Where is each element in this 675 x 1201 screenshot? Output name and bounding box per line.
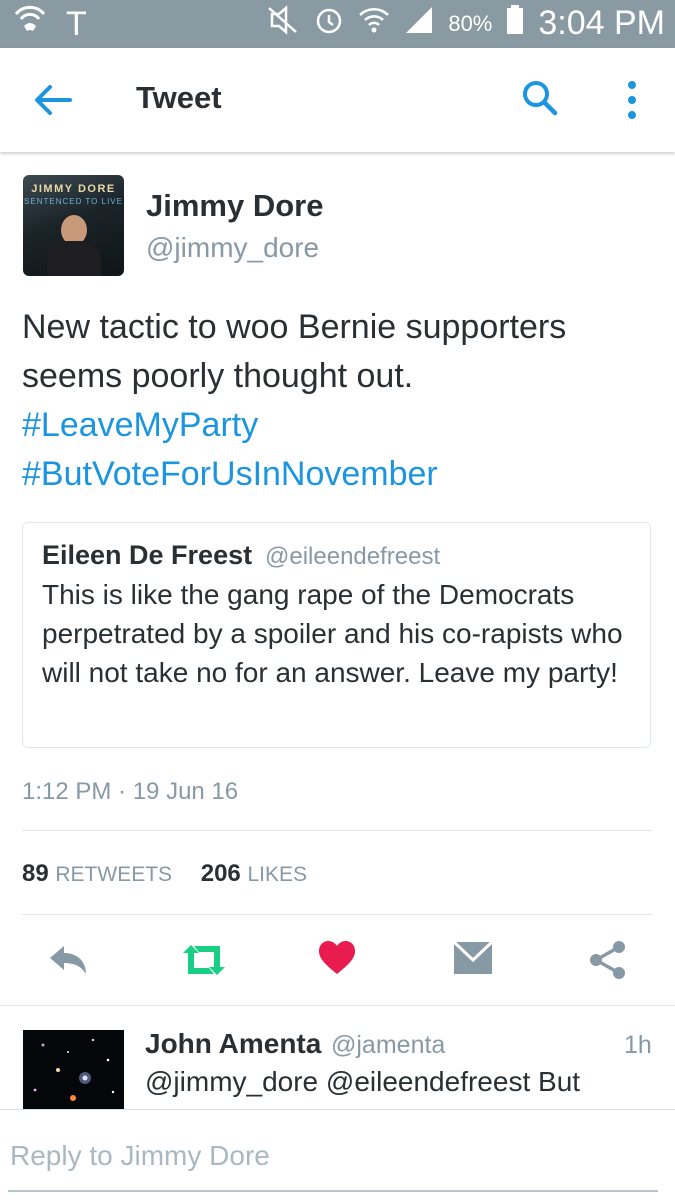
like-button[interactable] (318, 940, 362, 980)
reply-time: 1h (624, 1031, 652, 1059)
avatar[interactable]: JIMMY DORE SENTENCED TO LIVE (23, 175, 124, 276)
reply-input[interactable] (10, 1140, 650, 1172)
back-button[interactable] (30, 80, 76, 120)
reply-button[interactable] (46, 940, 90, 980)
divider (0, 1005, 675, 1006)
reply-author-handle[interactable]: @jamenta (331, 1031, 445, 1060)
quoted-tweet-text: This is like the gang rape of the Democr… (42, 579, 623, 688)
signal-icon (404, 5, 434, 43)
reply-author-name[interactable]: John Amenta (145, 1028, 321, 1060)
retweets-count[interactable]: 89 (22, 860, 49, 887)
divider (22, 914, 653, 915)
alarm-icon (314, 5, 344, 43)
search-button[interactable] (520, 78, 560, 118)
mute-icon (266, 4, 300, 43)
hashtag-link[interactable]: #ButVoteForUsInNovember (22, 450, 652, 499)
reply-text: @jimmy_dore @eileendefreest But (145, 1066, 581, 1097)
tweet-text: New tactic to woo Bernie supporters seem… (22, 303, 652, 499)
direct-message-button[interactable] (452, 940, 496, 980)
tweet-timestamp: 1:12 PM · 19 Jun 16 (22, 778, 239, 805)
author-name[interactable]: Jimmy Dore (146, 188, 323, 224)
author-handle[interactable]: @jimmy_dore (146, 232, 319, 264)
retweet-icon (183, 945, 225, 975)
arrow-left-icon (35, 85, 72, 115)
quoted-author-handle: @eileendefreest (265, 543, 441, 570)
app-bar: Tweet (0, 48, 675, 152)
reply-input-underline (8, 1190, 658, 1192)
retweets-label[interactable]: RETWEETS (55, 863, 172, 886)
battery-icon (506, 4, 524, 43)
hashtag-link[interactable]: #LeaveMyParty (22, 401, 652, 450)
reply-avatar[interactable] (23, 1030, 124, 1110)
search-icon (523, 81, 558, 116)
clock: 3:04 PM (538, 4, 665, 42)
status-bar: T 80% 3:04 PM (0, 0, 675, 48)
wifi-icon (358, 5, 390, 43)
divider (22, 830, 653, 831)
avatar-subtext: SENTENCED TO LIVE (24, 197, 123, 206)
more-options-button[interactable] (622, 78, 642, 122)
wifi-call-icon (12, 4, 48, 45)
likes-label[interactable]: LIKES (247, 863, 307, 886)
more-vertical-icon (628, 81, 636, 119)
tweet-body: New tactic to woo Bernie supporters seem… (22, 308, 567, 395)
quoted-author-name: Eileen De Freest (42, 540, 253, 570)
page-title: Tweet (136, 80, 222, 115)
reply-icon (50, 946, 86, 974)
envelope-icon (452, 940, 494, 974)
battery-percent: 80% (448, 10, 493, 36)
heart-icon (319, 941, 355, 974)
quoted-tweet[interactable]: Eileen De Freest @eileendefreest This is… (22, 522, 651, 748)
share-icon (590, 941, 625, 979)
retweet-button[interactable] (180, 940, 225, 980)
share-button[interactable] (588, 940, 632, 980)
reply-compose-bar (0, 1109, 675, 1201)
tweet-stats: 89 RETWEETS 206 LIKES (22, 860, 329, 888)
likes-count[interactable]: 206 (201, 860, 241, 887)
carrier-label: T (66, 5, 87, 43)
avatar-text: JIMMY DORE (31, 183, 116, 195)
